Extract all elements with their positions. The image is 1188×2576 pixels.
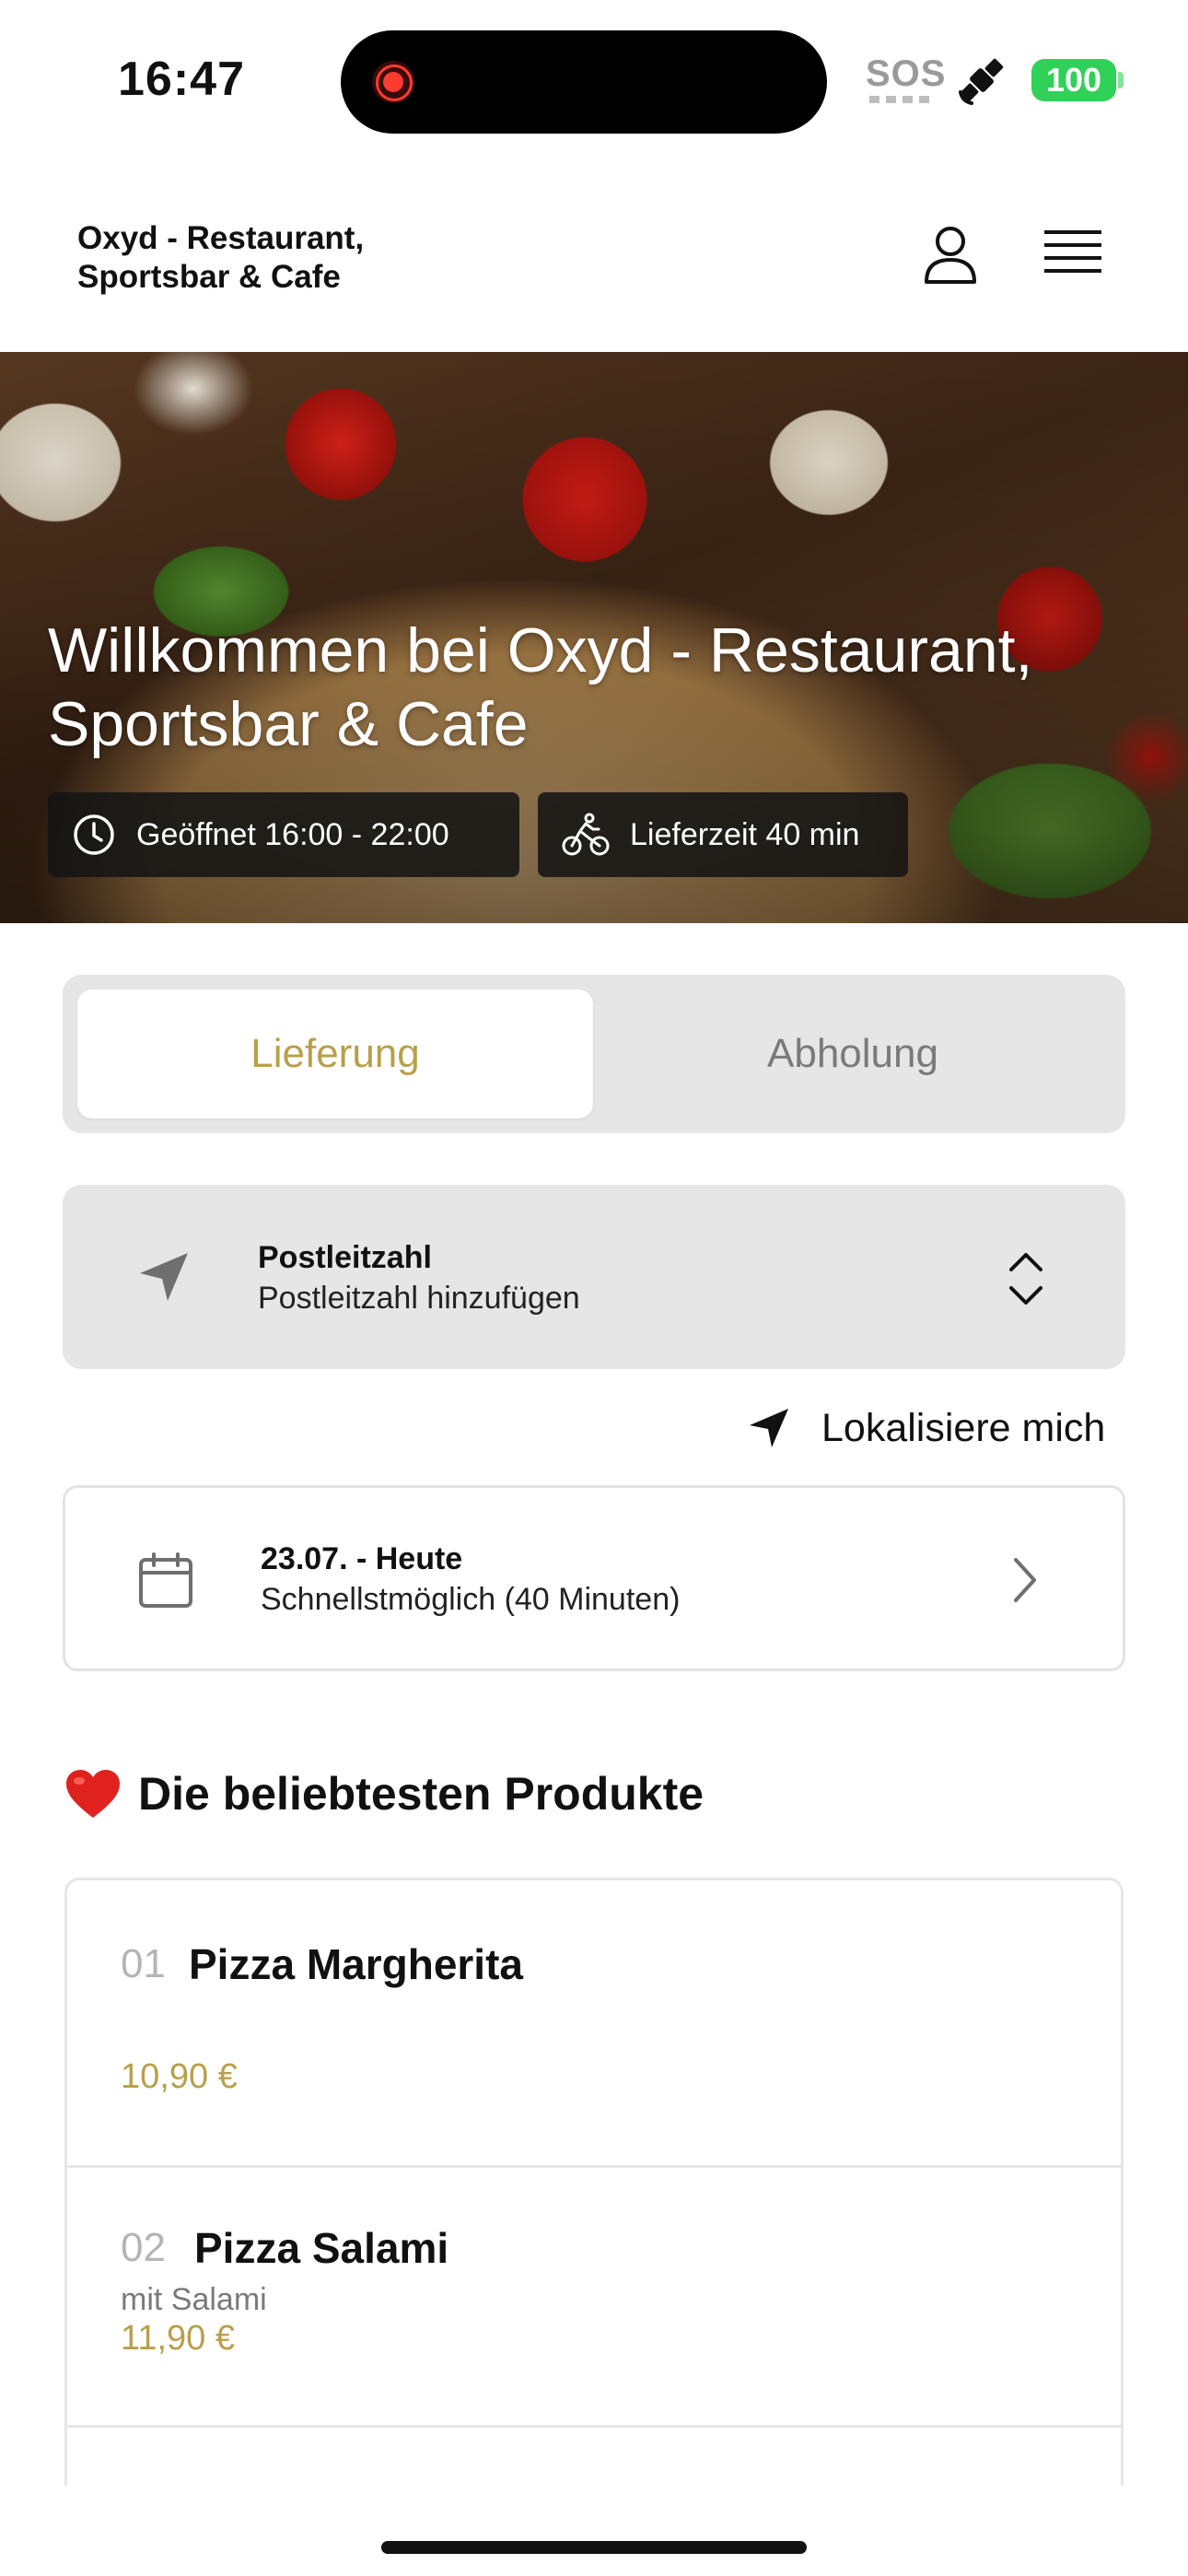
product-number: 02	[121, 2225, 166, 2270]
delivery-time-badge: Lieferzeit 40 min	[538, 792, 908, 877]
product-description: mit Salami	[121, 2282, 267, 2317]
satellite-icon	[959, 58, 1004, 105]
location-arrow-icon	[750, 1409, 788, 1447]
bicycle-courier-icon	[562, 813, 610, 856]
postcode-value: Postleitzahl hinzufügen	[258, 1281, 580, 1316]
product-price: 10,90 €	[121, 2057, 238, 2096]
popular-products-heading: Die beliebtesten Produkte	[64, 1767, 704, 1821]
opening-hours-text: Geöffnet 16:00 - 22:00	[136, 816, 449, 852]
popular-products-list: 01 Pizza Margherita 10,90 € 02 Pizza Sal…	[64, 1878, 1124, 2486]
home-indicator[interactable]	[381, 2541, 807, 2554]
order-mode-toggle: Lieferung Abholung	[63, 975, 1125, 1133]
clock-icon	[74, 814, 114, 855]
tab-delivery[interactable]: Lieferung	[77, 989, 593, 1118]
tab-pickup[interactable]: Abholung	[595, 989, 1111, 1118]
popular-products-title: Die beliebtesten Produkte	[138, 1768, 705, 1820]
locate-me-button[interactable]: Lokalisiere mich	[748, 1400, 1105, 1456]
dynamic-island	[341, 30, 827, 134]
calendar-icon	[139, 1552, 192, 1608]
brand-name[interactable]: Oxyd - Restaurant, Sportsbar & Cafe	[77, 219, 464, 297]
product-row[interactable]: 01 Pizza Margherita 10,90 €	[67, 1880, 1121, 2168]
product-row[interactable]	[67, 2428, 1121, 2486]
postcode-selector[interactable]: Postleitzahl Postleitzahl hinzufügen	[63, 1185, 1125, 1369]
status-time: 16:47	[118, 53, 245, 106]
product-name: Pizza Salami	[194, 2224, 449, 2272]
signal-dots-icon	[869, 96, 930, 103]
status-bar: 16:47 SOS 100	[0, 0, 1188, 157]
delivery-date-selector[interactable]: 23.07. - Heute Schnellstmöglich (40 Minu…	[63, 1485, 1125, 1671]
chevron-right-icon	[1014, 1558, 1036, 1602]
hamburger-menu-icon[interactable]	[1041, 221, 1105, 286]
product-number: 01	[121, 1941, 166, 1986]
user-icon[interactable]	[914, 219, 987, 293]
hero-title: Willkommen bei Oxyd - Restaurant, Sports…	[48, 615, 1033, 759]
navigation-arrow-icon	[140, 1253, 188, 1301]
sos-indicator: SOS	[866, 53, 947, 94]
locate-me-label: Lokalisiere mich	[821, 1405, 1106, 1450]
delivery-time-text: Lieferzeit 40 min	[630, 816, 860, 852]
product-row[interactable]: 02 Pizza Salami mit Salami 11,90 €	[67, 2168, 1121, 2428]
battery-indicator: 100	[1031, 59, 1116, 101]
product-name: Pizza Margherita	[189, 1940, 523, 1988]
date-title: 23.07. - Heute	[261, 1541, 463, 1576]
chevron-up-down-icon	[1009, 1253, 1042, 1305]
date-subtitle: Schnellstmöglich (40 Minuten)	[261, 1582, 681, 1617]
hero-banner: Willkommen bei Oxyd - Restaurant, Sports…	[0, 352, 1188, 923]
opening-hours-badge: Geöffnet 16:00 - 22:00	[48, 792, 519, 877]
product-price: 11,90 €	[121, 2319, 235, 2358]
app-header: Oxyd - Restaurant, Sportsbar & Cafe	[0, 157, 1188, 352]
battery-tip	[1118, 72, 1124, 88]
recording-indicator-icon	[372, 61, 414, 103]
postcode-label: Postleitzahl	[258, 1240, 432, 1275]
heart-icon	[66, 1770, 120, 1818]
